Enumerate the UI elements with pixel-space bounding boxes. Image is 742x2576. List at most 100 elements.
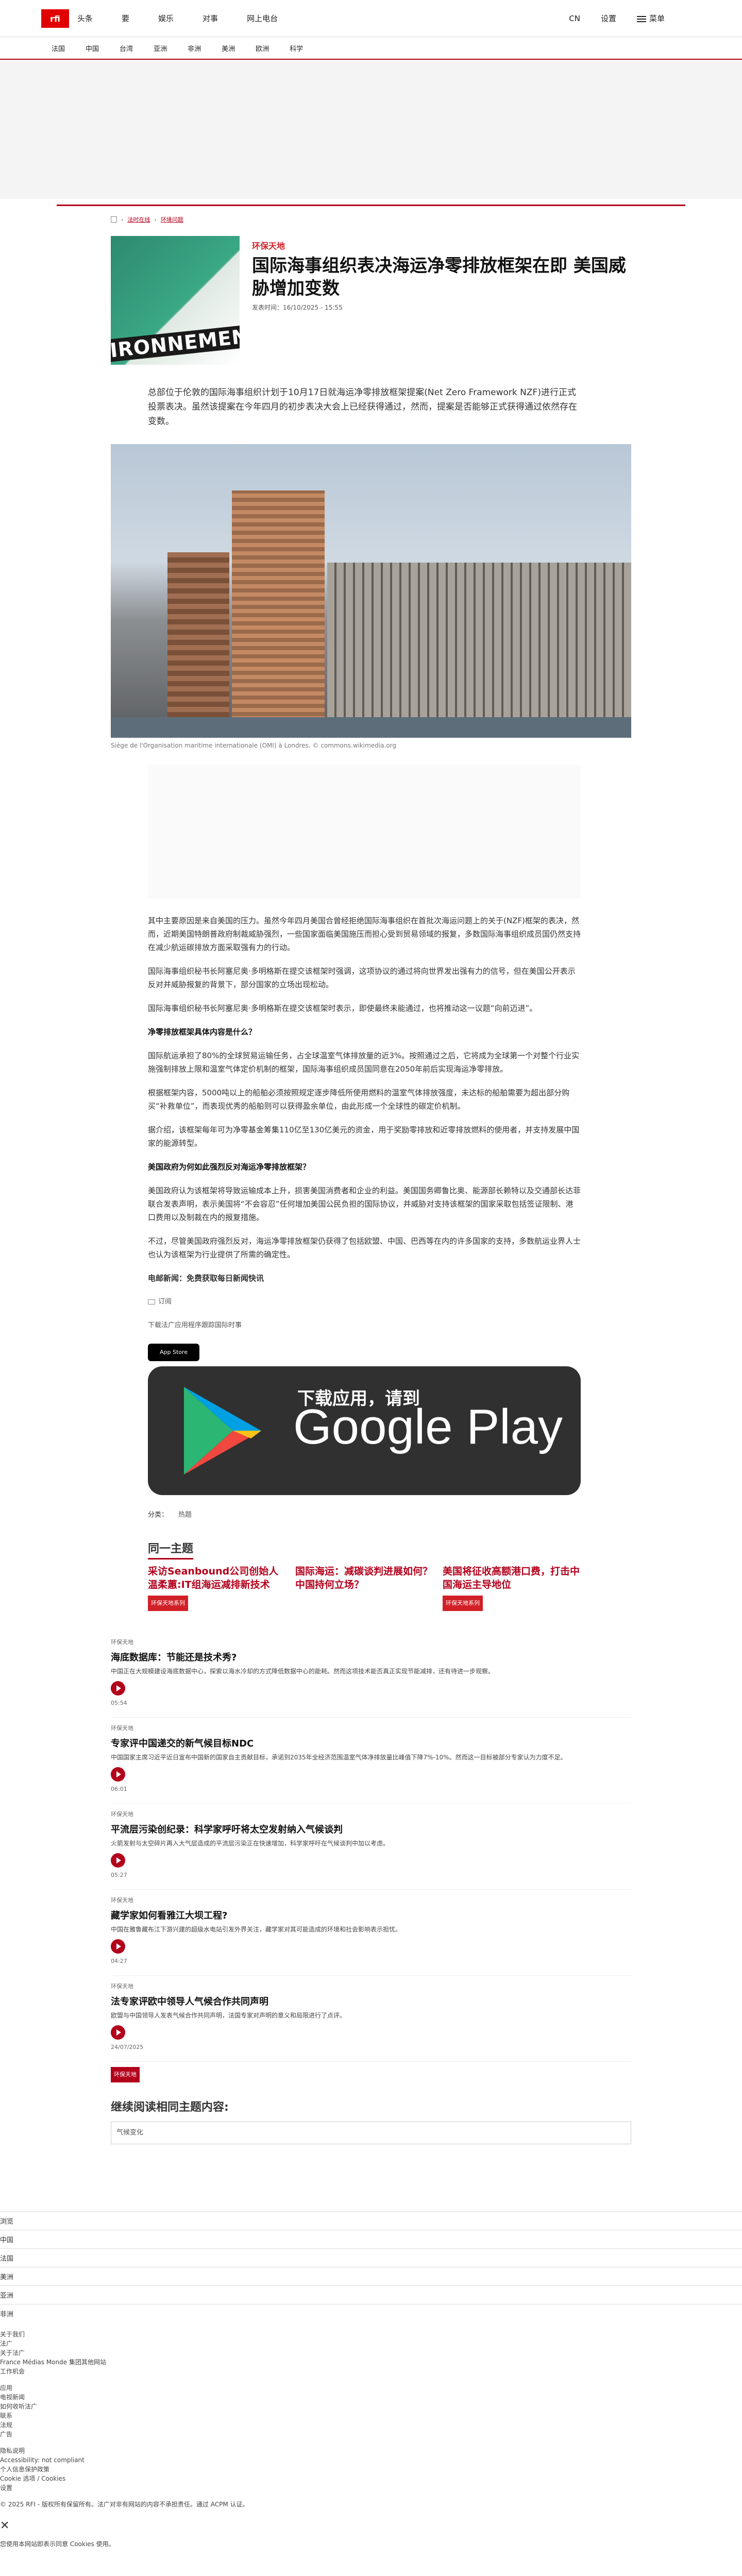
subscribe-icon [148, 1299, 155, 1304]
article-wrap: › 法时在线 › 环境问题 IRONNEMENT 环保天地 国际海事组织表决海运… [111, 206, 631, 2144]
footer-link[interactable]: 广告 [0, 2430, 742, 2439]
article-kicker[interactable]: 环保天地 [252, 239, 631, 251]
footer-link[interactable]: France Médias Monde 集团其他网站 [0, 2358, 742, 2367]
footer-link[interactable]: 中国 [0, 2230, 742, 2248]
news-title: 平流层污染创纪录：科学家呼吁将太空发射纳入气候谈判 [111, 1824, 343, 1835]
body-paragraph: 美国政府认为该框架将导致运输成本上升，损害美国消费者和企业的利益。美国国务卿鲁比… [148, 1186, 581, 1222]
app-store-button[interactable]: App Store [148, 1344, 199, 1361]
same-topic-card[interactable]: 美国将征收高额港口费，打击中国海运主导地位 环保天地系列 [443, 1565, 581, 1611]
body-paragraph: 国际海事组织秘书长阿塞尼奥·多明格斯在提交该框架时表示，即使最终未能通过，也将推… [148, 1004, 537, 1013]
section-link[interactable]: 台湾 [120, 43, 133, 53]
more-link[interactable]: 环保天地 [111, 2067, 140, 2082]
section-link[interactable]: 欧洲 [256, 43, 269, 53]
close-icon[interactable]: ✕ [0, 2519, 742, 2532]
same-topic-category: 环保天地系列 [443, 1596, 483, 1611]
copyright: © 2025 RFI - 版权所有保留所有。法广对非有网站的内容不承担责任。通过… [0, 2501, 249, 2508]
section-link[interactable]: 科学 [290, 43, 303, 53]
footer-link[interactable]: 亚洲 [0, 2285, 742, 2304]
play-icon[interactable] [111, 1853, 125, 1868]
footer-link[interactable]: 关于法广 [0, 2348, 742, 2358]
building-shape [327, 563, 631, 727]
top-nav-item[interactable]: 对事 [203, 13, 218, 24]
footer-link[interactable]: Cookie 选项 / Cookies [0, 2474, 742, 2483]
home-icon[interactable] [111, 216, 117, 223]
news-desc: 中国国家主席习近平近日宣布中国新的国家自主贡献目标，承诺到2035年全经济范围温… [111, 1754, 567, 1761]
top-nav-item[interactable]: 头条 [77, 13, 93, 24]
footer-link[interactable]: 法国 [0, 2248, 742, 2267]
google-play-icon [184, 1387, 261, 1475]
list-item[interactable]: 环保天地 海底数据库：节能还是技术秀? 中国正在大规模建设海底数据中心，探索以海… [111, 1632, 631, 1718]
same-topic-card[interactable]: 国际海运：减碳谈判进展如何？中国持何立场？ [295, 1565, 433, 1611]
play-icon[interactable] [111, 1939, 125, 1954]
top-right: CN 设置 菜单 [569, 13, 665, 24]
settings-link[interactable]: 设置 [601, 13, 616, 24]
language-switch[interactable]: CN [569, 14, 580, 23]
news-title: 藏学家如何看雅江大坝工程? [111, 1910, 228, 1921]
same-topic-card[interactable]: 采访Seanbound公司创始人温柔蕙:IT组海运减排新技术 环保天地系列 [148, 1565, 286, 1611]
building-shape [167, 552, 229, 727]
list-item[interactable]: 环保天地 法专家评欧中领导人气候合作共同声明 欧盟与中国领导人发表气候合作共同声… [111, 1976, 631, 2062]
footer-link[interactable]: 设置 [0, 2483, 742, 2493]
play-icon[interactable] [111, 1681, 125, 1696]
thumbnail-text: IRONNEMENT [111, 323, 240, 363]
news-desc: 中国正在大规模建设海底数据中心，探索以海水冷却的方式降低数据中心的能耗。然而这项… [111, 1668, 495, 1675]
section-link[interactable]: 亚洲 [154, 43, 167, 53]
river-shape [111, 717, 631, 738]
news-duration: 04:27 [111, 1958, 127, 1964]
publish-date: 发表时间：16/10/2025 - 15:55 [252, 304, 343, 311]
footer-title: 浏览 [0, 2211, 742, 2230]
top-nav-item[interactable]: 网上电台 [247, 13, 278, 24]
news-desc: 火箭发射与太空碎片再入大气层造成的平流层污染正在快速增加，科学家呼吁在气候谈判中… [111, 1840, 390, 1847]
list-item[interactable]: 环保天地 平流层污染创纪录：科学家呼吁将太空发射纳入气候谈判 火箭发射与太空碎片… [111, 1804, 631, 1890]
top-nav-item[interactable]: 娱乐 [158, 13, 174, 24]
hero-image [111, 444, 631, 738]
news-title: 法专家评欧中领导人气候合作共同声明 [111, 1996, 268, 2007]
section-link[interactable]: 法国 [52, 43, 65, 53]
news-kicker: 环保天地 [111, 1725, 133, 1732]
footer-link[interactable]: 电视新闻 [0, 2393, 742, 2402]
list-item[interactable]: 环保天地 藏学家如何看雅江大坝工程? 中国在雅鲁藏布江下游兴建的超级水电站引发外… [111, 1890, 631, 1976]
cookie-note: 您使用本网站即表示同意 Cookies 使用。 [0, 2540, 115, 2548]
footer-link[interactable]: 非洲 [0, 2304, 742, 2323]
rfi-logo[interactable]: rfi [41, 9, 69, 28]
separator [57, 199, 685, 206]
play-icon[interactable] [111, 1767, 125, 1782]
footer-link[interactable]: 联系 [0, 2411, 742, 2420]
newsletter-promo[interactable]: 电邮新闻：免费获取每日新闻快讯 [148, 1272, 581, 1285]
list-item[interactable]: 环保天地 专家评中国递交的新气候目标NDC 中国国家主席习近平近日宣布中国新的国… [111, 1718, 631, 1804]
section-link[interactable]: 美洲 [222, 43, 235, 53]
tags-label: 分类： [148, 1511, 168, 1519]
section-link[interactable]: 非洲 [188, 43, 201, 53]
footer-heading: 隐私说明 [0, 2447, 25, 2454]
footer-heading: 应用 [0, 2384, 13, 2392]
related-news-list: 环保天地 海底数据库：节能还是技术秀? 中国正在大规模建设海底数据中心，探索以海… [111, 1632, 631, 2144]
footer-link[interactable]: 工作机会 [0, 2367, 742, 2376]
subscribe-label: 订阅 [158, 1298, 172, 1306]
news-kicker: 环保天地 [111, 1811, 133, 1818]
breadcrumb-link[interactable]: 法时在线 [127, 215, 150, 224]
breadcrumb-link[interactable]: 环境问题 [161, 215, 183, 224]
subscribe-row[interactable]: 订阅 [148, 1295, 581, 1309]
play-icon[interactable] [111, 2025, 125, 2040]
top-nav-item[interactable]: 要 [122, 13, 129, 24]
body-paragraph: 据介绍，该框架每年可为净零基金筹集110亿至130亿美元的资金，用于奖励零排放和… [148, 1125, 580, 1148]
footer-link[interactable]: 法规 [0, 2420, 742, 2430]
news-duration: 05:27 [111, 1872, 127, 1878]
ad-banner-top [0, 60, 742, 199]
news-kicker: 环保天地 [111, 1639, 133, 1646]
google-play-banner[interactable]: 下载应用，请到 Google Play [148, 1366, 581, 1495]
same-topic-title: 国际海运：减碳谈判进展如何？中国持何立场？ [295, 1566, 433, 1590]
footer-link[interactable]: 法广 [0, 2339, 742, 2348]
body-paragraph: 国际航运承担了80%的全球贸易运输任务，占全球温室气体排放量的近3%。按照通过之… [148, 1051, 580, 1074]
footer-link[interactable]: 如何收听法广 [0, 2402, 742, 2411]
body-subhead: 美国政府为何如此强烈反对海运净零排放框架？ [148, 1162, 311, 1172]
tag-link[interactable]: 热题 [178, 1509, 192, 1522]
footer-link[interactable]: Accessibility: not compliant [0, 2455, 742, 2465]
section-link[interactable]: 中国 [86, 43, 99, 53]
footer-link[interactable]: 美洲 [0, 2267, 742, 2285]
menu-button[interactable]: 菜单 [636, 13, 665, 24]
continue-tag[interactable]: 气候变化 [111, 2122, 631, 2144]
menu-label: 菜单 [649, 14, 665, 23]
body-paragraph: 国际海事组织秘书长阿塞尼奥·多明格斯在提交该框架时强调，这项协议的通过将向世界发… [148, 967, 576, 989]
footer-link[interactable]: 个人信息保护政策 [0, 2465, 742, 2474]
